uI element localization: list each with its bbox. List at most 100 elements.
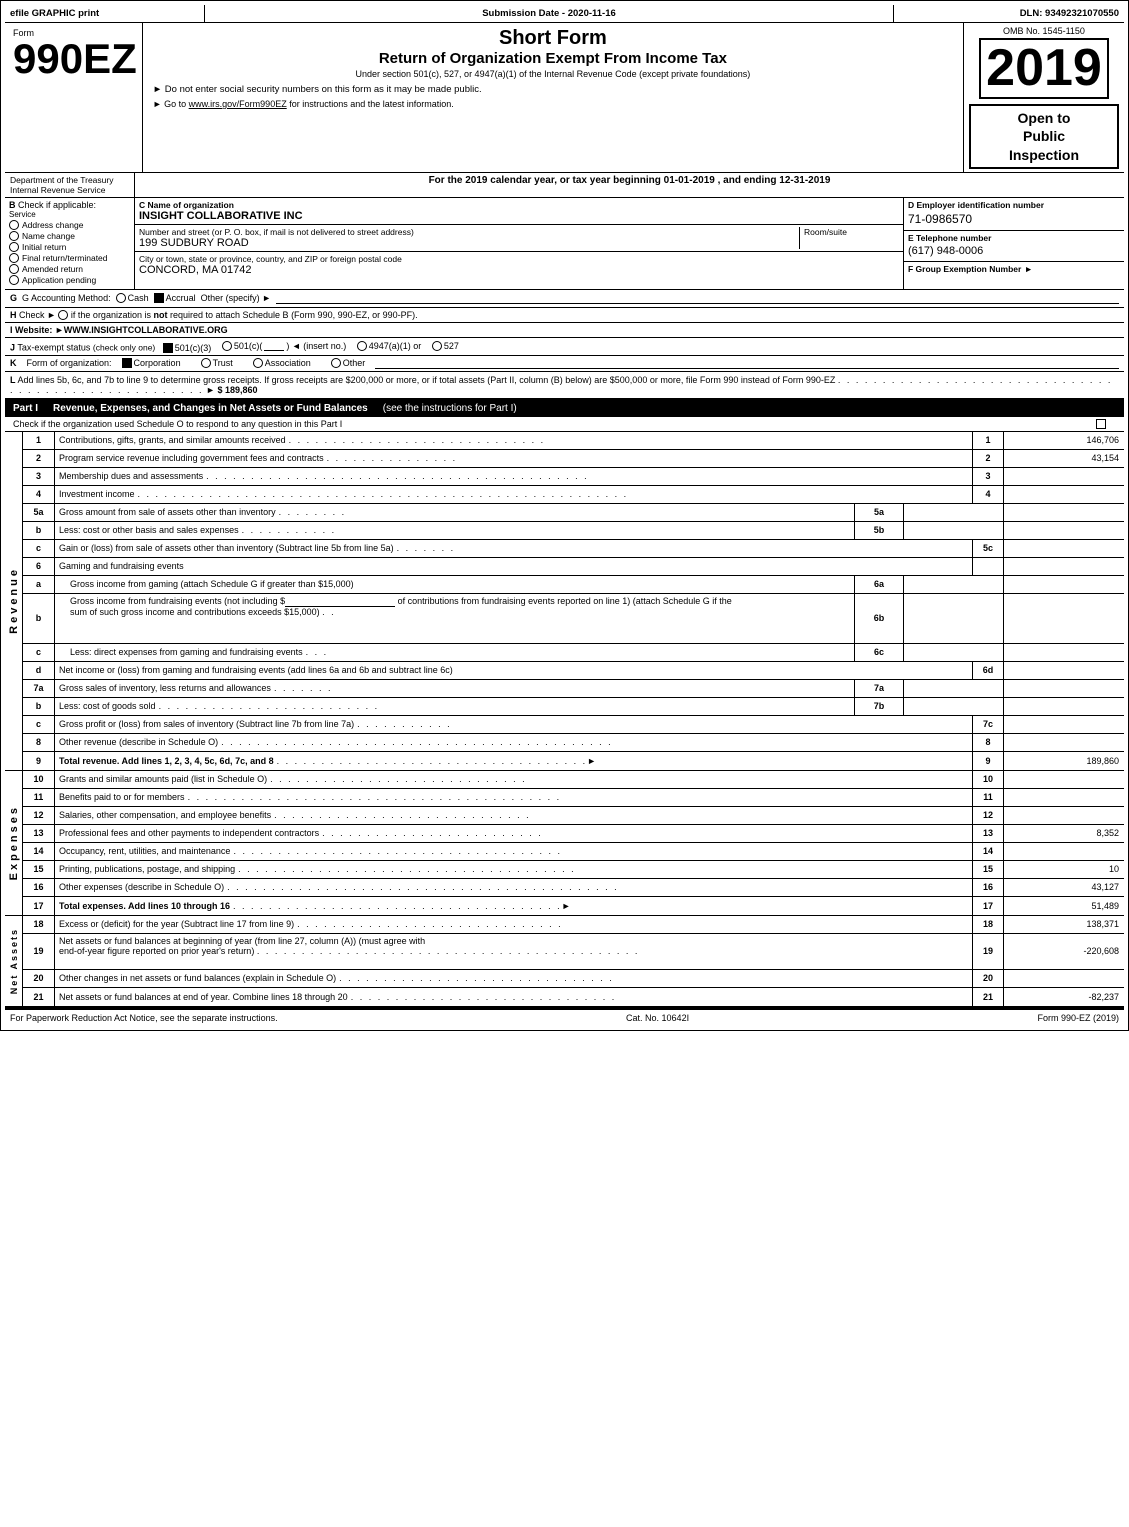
schedule-o-checkbox[interactable] — [1096, 419, 1106, 429]
line-5b-row: b Less: cost or other basis and sales ex… — [23, 522, 1124, 540]
h-radio[interactable] — [58, 310, 68, 320]
line-3-amount — [1004, 468, 1124, 485]
initial-return-radio[interactable] — [9, 242, 19, 252]
line-21-amount: -82,237 — [1004, 988, 1124, 1006]
goto-url: ► Go to www.irs.gov/Form990EZ for instru… — [153, 99, 953, 112]
name-change-radio[interactable] — [9, 231, 19, 241]
dept-label: Department of the Treasury Internal Reve… — [5, 173, 135, 197]
short-form-title: Short Form — [153, 27, 953, 50]
line-16-row: 16 Other expenses (describe in Schedule … — [23, 879, 1124, 897]
501c-radio[interactable] — [222, 341, 232, 351]
ein: 71-0986570 — [908, 210, 1120, 228]
return-title: Return of Organization Exempt From Incom… — [153, 50, 953, 67]
check-applicable-label: B Check if applicable: — [9, 200, 130, 210]
line-21-row: 21 Net assets or fund balances at end of… — [23, 988, 1124, 1006]
form-year: 2019 — [979, 38, 1109, 99]
line-14-row: 14 Occupancy, rent, utilities, and maint… — [23, 843, 1124, 861]
ein-label: D Employer identification number — [908, 200, 1120, 210]
line-6d-row: d Net income or (loss) from gaming and f… — [23, 662, 1124, 680]
group-exemption-label: F Group Exemption Number ► — [908, 264, 1120, 274]
accrual-check[interactable]: ✓ — [154, 293, 164, 303]
form-org-row: K Form of organization: ✓ Corporation Tr… — [5, 356, 1124, 372]
cash-radio[interactable] — [116, 293, 126, 303]
tax-exempt-row: J Tax-exempt status (check only one) ✓ 5… — [5, 338, 1124, 356]
efile-label: efile GRAPHIC print — [5, 5, 205, 22]
line-15-row: 15 Printing, publications, postage, and … — [23, 861, 1124, 879]
city-label: City or town, state or province, country… — [139, 254, 899, 264]
line-9-row: 9 Total revenue. Add lines 1, 2, 3, 4, 5… — [23, 752, 1124, 770]
line-4-amount — [1004, 486, 1124, 503]
name-change-row: Name change — [9, 231, 130, 241]
amended-return-radio[interactable] — [9, 264, 19, 274]
submission-date: Submission Date - 2020-11-16 — [205, 5, 894, 22]
line-15-amount: 10 — [1004, 861, 1124, 878]
website-row: I Website: ►WWW.INSIGHTCOLLABORATIVE.ORG — [5, 323, 1124, 338]
line-20-row: 20 Other changes in net assets or fund b… — [23, 970, 1124, 988]
application-pending-row: Application pending — [9, 275, 130, 285]
other-radio[interactable] — [331, 358, 341, 368]
phone: (617) 948-0006 — [908, 243, 1120, 259]
h-check-row: H Check ► if the organization is not req… — [5, 308, 1124, 323]
line-13-row: 13 Professional fees and other payments … — [23, 825, 1124, 843]
line-7c-row: c Gross profit or (loss) from sales of i… — [23, 716, 1124, 734]
line-6-row: 6 Gaming and fundraising events — [23, 558, 1124, 576]
omb-label: OMB No. 1545-1150 — [969, 26, 1119, 36]
line-2-ref: 2 — [972, 450, 1004, 467]
line-19-amount: -220,608 — [1004, 934, 1124, 969]
line-7b-row: b Less: cost of goods sold . . . . . . .… — [23, 698, 1124, 716]
final-return-row: Final return/terminated — [9, 253, 130, 263]
year-line: For the 2019 calendar year, or tax year … — [135, 173, 1124, 197]
501c3-check[interactable]: ✓ — [163, 343, 173, 353]
line-19-row: 19 Net assets or fund balances at beginn… — [23, 934, 1124, 970]
footer: For Paperwork Reduction Act Notice, see … — [5, 1008, 1124, 1026]
line-2-desc: Program service revenue including govern… — [55, 450, 972, 467]
open-public-label: Open toPublicInspection — [969, 104, 1119, 169]
paperwork-label: For Paperwork Reduction Act Notice, see … — [10, 1013, 278, 1023]
trust-radio[interactable] — [201, 358, 211, 368]
line-2-amount: 43,154 — [1004, 450, 1124, 467]
line-2-num: 2 — [23, 450, 55, 467]
527-radio[interactable] — [432, 341, 442, 351]
line-5a-row: 5a Gross amount from sale of assets othe… — [23, 504, 1124, 522]
accounting-method-row: G G Accounting Method: Cash ✓ Accrual Ot… — [5, 290, 1124, 308]
phone-label: E Telephone number — [908, 233, 1120, 243]
under-section: Under section 501(c), 527, or 4947(a)(1)… — [153, 69, 953, 79]
line-8-row: 8 Other revenue (describe in Schedule O)… — [23, 734, 1124, 752]
line-6c-row: c Less: direct expenses from gaming and … — [23, 644, 1124, 662]
line-6a-row: a Gross income from gaming (attach Sched… — [23, 576, 1124, 594]
part1-header: Part I Revenue, Expenses, and Changes in… — [5, 400, 1124, 417]
line-1-row: 1 Contributions, gifts, grants, and simi… — [23, 432, 1124, 450]
assoc-radio[interactable] — [253, 358, 263, 368]
address-label: Number and street (or P. O. box, if mail… — [139, 227, 789, 237]
no-ssn: ► Do not enter social security numbers o… — [153, 84, 953, 95]
org-address: 199 SUDBURY ROAD — [139, 237, 789, 249]
line-13-amount: 8,352 — [1004, 825, 1124, 842]
expenses-side-label: Expenses — [5, 771, 23, 915]
application-pending-radio[interactable] — [9, 275, 19, 285]
room-suite-label: Room/suite — [804, 227, 899, 237]
page: efile GRAPHIC print Submission Date - 20… — [0, 0, 1129, 1031]
dln: DLN: 93492321070550 — [894, 5, 1124, 22]
org-name: INSIGHT COLLABORATIVE INC — [139, 210, 899, 222]
4947-radio[interactable] — [357, 341, 367, 351]
address-change-radio[interactable] — [9, 220, 19, 230]
line-1-amount: 146,706 — [1004, 432, 1124, 449]
line-5c-row: c Gain or (loss) from sale of assets oth… — [23, 540, 1124, 558]
line-11-row: 11 Benefits paid to or for members . . .… — [23, 789, 1124, 807]
corp-check[interactable]: ✓ — [122, 358, 132, 368]
line-7a-row: 7a Gross sales of inventory, less return… — [23, 680, 1124, 698]
org-name-label: C Name of organization — [139, 200, 899, 210]
line-16-amount: 43,127 — [1004, 879, 1124, 896]
line-1-ref: 1 — [972, 432, 1004, 449]
line-6b-row: b Gross income from fundraising events (… — [23, 594, 1124, 644]
cat-no: Cat. No. 10642I — [626, 1013, 689, 1023]
amended-return-row: Amended return — [9, 264, 130, 274]
service-label: Service — [9, 210, 130, 219]
org-city: CONCORD, MA 01742 — [139, 264, 899, 276]
address-change-row: Address change — [9, 220, 130, 230]
final-return-radio[interactable] — [9, 253, 19, 263]
net-assets-side-label: Net Assets — [5, 916, 23, 1006]
line-10-row: 10 Grants and similar amounts paid (list… — [23, 771, 1124, 789]
line-18-row: 18 Excess or (deficit) for the year (Sub… — [23, 916, 1124, 934]
line-1-num: 1 — [23, 432, 55, 449]
